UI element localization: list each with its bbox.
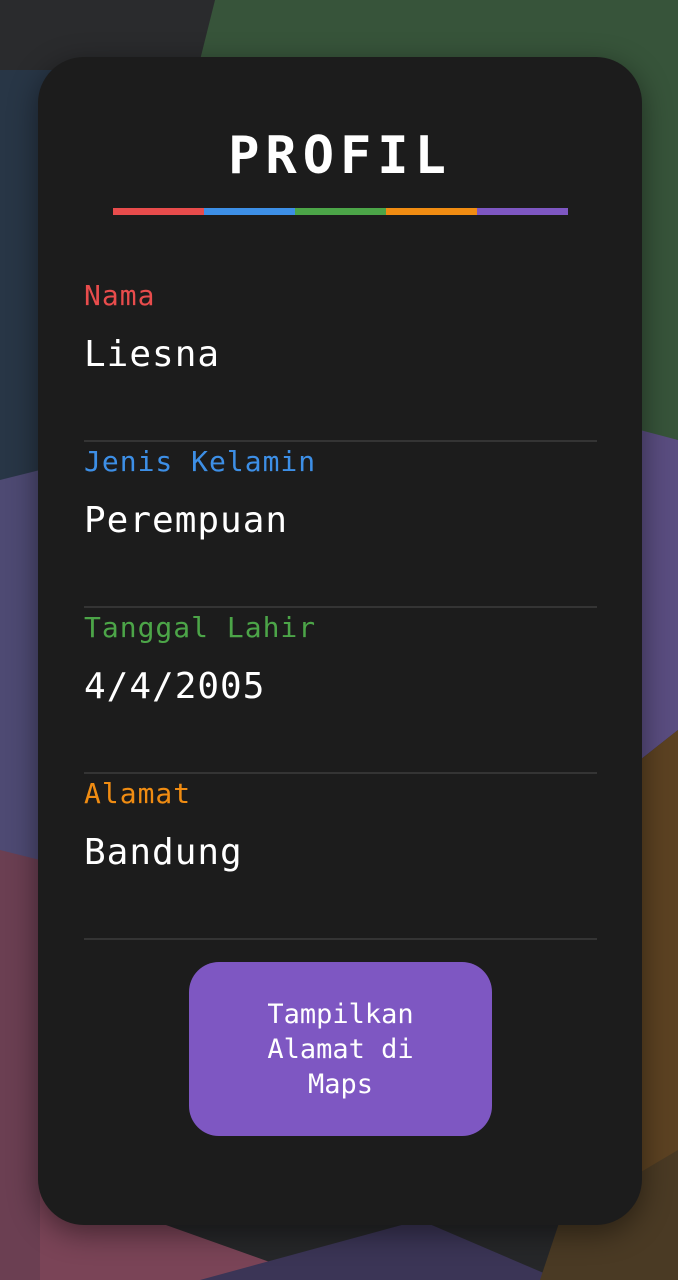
field-nama: Nama Liesna <box>84 276 597 442</box>
field-label-alamat: Alamat <box>84 777 192 810</box>
field-value-nama: Liesna <box>84 334 221 375</box>
underline-segment-orange <box>386 208 477 215</box>
underline-segment-purple <box>477 208 568 215</box>
page-title: PROFIL <box>228 126 452 186</box>
underline-segment-red <box>113 208 204 215</box>
field-value-tanggal-lahir: 4/4/2005 <box>84 666 266 707</box>
field-value-jenis-kelamin: Perempuan <box>84 500 289 541</box>
title-underline <box>113 208 568 215</box>
field-label-tanggal-lahir: Tanggal Lahir <box>84 611 317 644</box>
field-jenis-kelamin: Jenis Kelamin Perempuan <box>84 442 597 608</box>
underline-segment-green <box>295 208 386 215</box>
underline-segment-blue <box>204 208 295 215</box>
field-alamat: Alamat Bandung <box>84 774 597 940</box>
field-tanggal-lahir: Tanggal Lahir 4/4/2005 <box>84 608 597 774</box>
profile-card: PROFIL Nama Liesna Jenis Kelamin Perempu… <box>38 57 642 1225</box>
field-value-alamat: Bandung <box>84 832 243 873</box>
show-address-on-maps-button[interactable]: Tampilkan Alamat di Maps <box>189 962 492 1136</box>
field-label-jenis-kelamin: Jenis Kelamin <box>84 445 317 478</box>
field-label-nama: Nama <box>84 279 156 312</box>
